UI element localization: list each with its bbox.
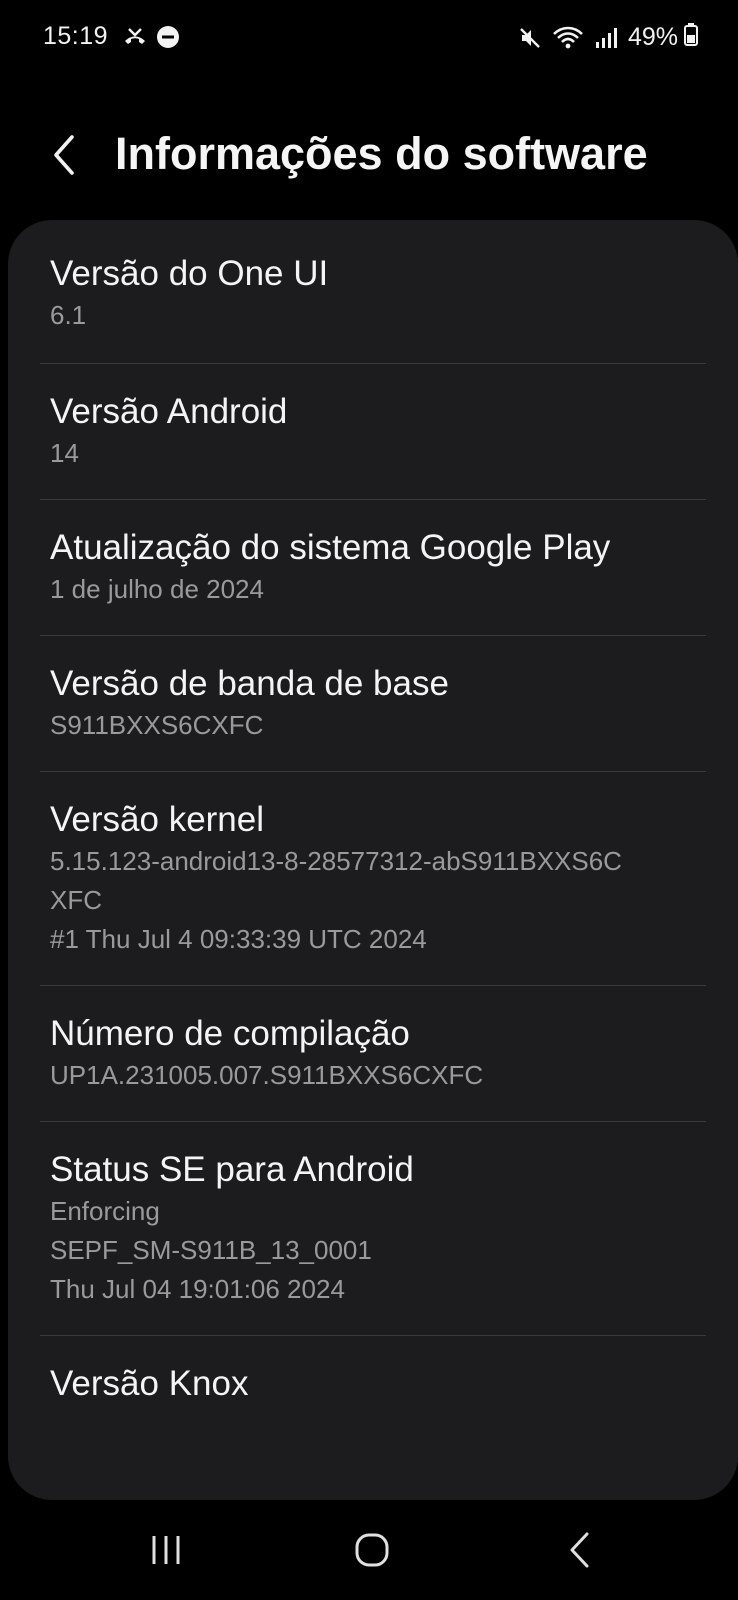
status-left: 15:19 (43, 22, 188, 51)
status-right: 49% (518, 22, 698, 53)
software-info-list: Versão do One UI 6.1 Versão Android 14 Atual… (8, 220, 738, 1432)
info-item[interactable]: Número de compilação UP1A.231005.007.S911… (8, 986, 738, 1121)
signal-icon (594, 26, 618, 50)
info-item[interactable]: Versão Android 14 (8, 364, 738, 499)
info-item-value: 5.15.123-android13-8-28577312-abS911BXXS… (50, 846, 622, 876)
info-item-title: Status SE para Android (50, 1150, 414, 1189)
info-item[interactable]: Atualização do sistema Google Play 1 de j… (8, 500, 738, 635)
back-button[interactable] (44, 130, 84, 180)
info-item-title: Versão de banda de base (50, 664, 449, 703)
battery-icon (684, 22, 698, 53)
recent-apps-button[interactable] (136, 1528, 196, 1572)
battery-percent: 49% (627, 23, 678, 51)
home-button[interactable] (342, 1528, 402, 1572)
missed-call-icon (122, 24, 148, 50)
back-icon (570, 1532, 589, 1568)
info-item[interactable]: Versão do One UI 6.1 (8, 220, 738, 363)
info-item-title: Versão kernel (50, 800, 265, 839)
nav-back-button[interactable] (550, 1528, 610, 1572)
back-chevron-icon (54, 135, 74, 175)
info-item-title: Versão Knox (50, 1364, 249, 1403)
mute-icon (518, 26, 542, 50)
status-time: 15:19 (43, 22, 109, 50)
info-item-value: 6.1 (50, 300, 87, 330)
info-item-value: Enforcing (50, 1196, 160, 1226)
info-item-value: SEPF_SM-S911B_13_0001 (50, 1235, 372, 1265)
navigation-bar (0, 1500, 738, 1600)
app-header: Informações do software (0, 116, 738, 196)
info-item-title: Versão do One UI (50, 254, 329, 293)
info-item[interactable]: Versão de banda de base S911BXXS6CXFC (8, 636, 738, 771)
info-item-value: 1 de julho de 2024 (50, 574, 264, 604)
status-bar: 15:19 49% (0, 0, 738, 76)
page-title: Informações do software (115, 128, 648, 179)
info-item-value: XFC (50, 885, 102, 915)
info-item-value: #1 Thu Jul 4 09:33:39 UTC 2024 (50, 924, 427, 954)
home-icon (355, 1533, 389, 1567)
screen: 15:19 49% Informações do software Versão… (0, 0, 738, 1600)
software-info-card: Versão do One UI 6.1 Versão Android 14 Atual… (8, 220, 738, 1500)
info-item-value: UP1A.231005.007.S911BXXS6CXFC (50, 1060, 484, 1090)
info-item-title: Número de compilação (50, 1014, 410, 1053)
info-item[interactable]: Versão Knox (8, 1336, 738, 1432)
info-item[interactable]: Versão kernel 5.15.123-android13-8-285773… (8, 772, 738, 985)
wifi-icon (552, 26, 584, 50)
do-not-disturb-icon (156, 25, 180, 49)
info-item-title: Atualização do sistema Google Play (50, 528, 611, 567)
info-item-value: S911BXXS6CXFC (50, 710, 264, 740)
info-item-value: 14 (50, 438, 79, 468)
info-item[interactable]: Status SE para Android Enforcing SEPF_SM-S… (8, 1122, 738, 1335)
info-item-title: Versão Android (50, 392, 288, 431)
recent-apps-icon (152, 1536, 180, 1564)
info-item-value: Thu Jul 04 19:01:06 2024 (50, 1274, 345, 1304)
